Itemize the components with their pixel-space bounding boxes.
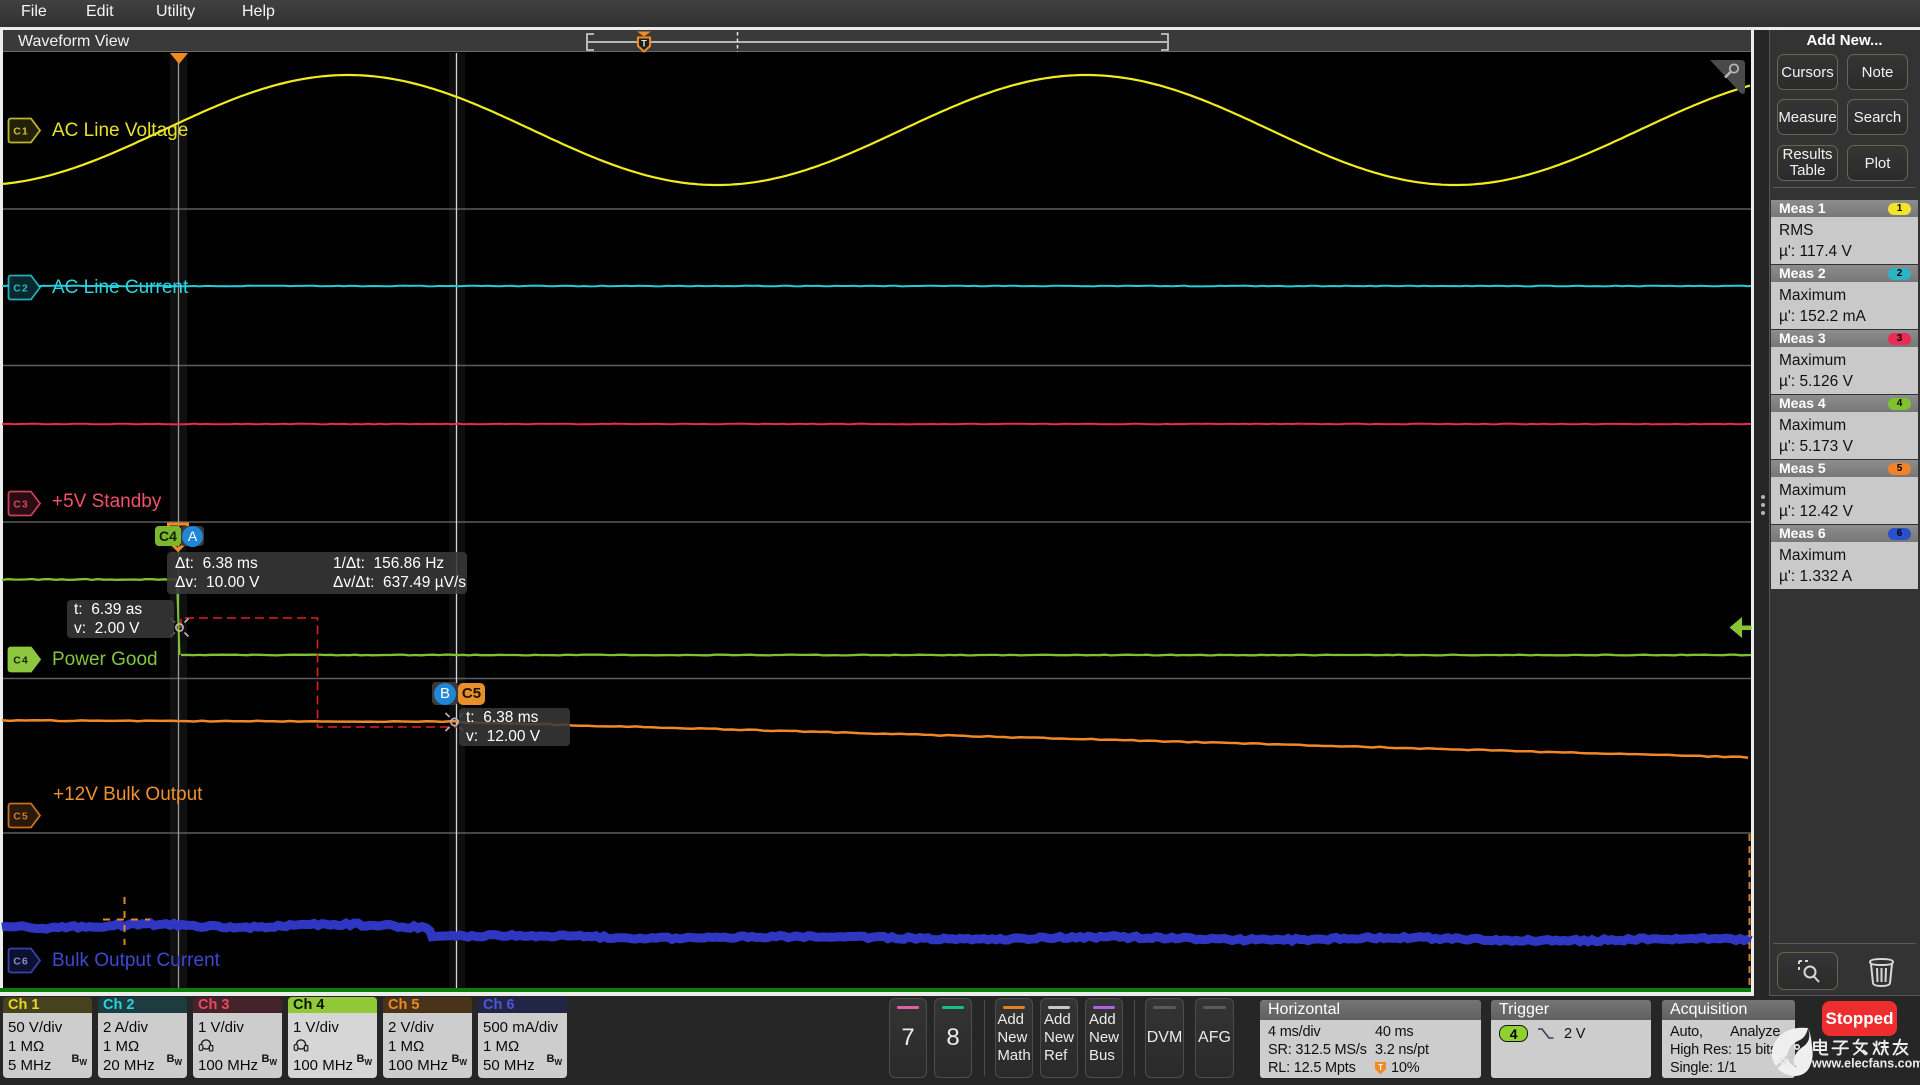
- svg-text:C4: C4: [13, 655, 28, 667]
- svg-text:C2: C2: [13, 283, 28, 295]
- svg-text:C1: C1: [13, 126, 28, 138]
- svg-text:T: T: [641, 39, 647, 49]
- svg-text:www.elecfans.com: www.elecfans.com: [1811, 1057, 1920, 1071]
- svg-text:C6: C6: [13, 956, 28, 968]
- svg-text:C5: C5: [13, 811, 28, 823]
- svg-text:C3: C3: [13, 499, 28, 511]
- svg-text:T: T: [1378, 1063, 1383, 1072]
